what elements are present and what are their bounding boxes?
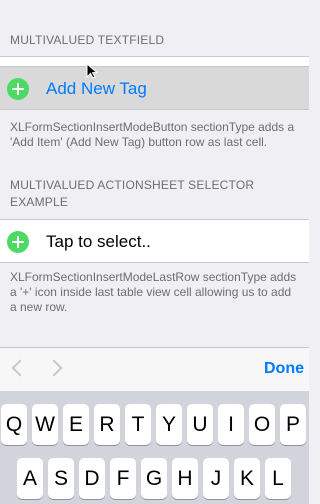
key-f[interactable]: F: [110, 458, 136, 499]
key-l[interactable]: L: [265, 458, 291, 499]
add-icon: [7, 78, 29, 100]
key-u[interactable]: U: [187, 404, 213, 445]
tap-to-select-label: Tap to select..: [46, 232, 151, 251]
key-s[interactable]: S: [48, 458, 74, 499]
key-i[interactable]: I: [218, 404, 244, 445]
key-w[interactable]: W: [32, 404, 58, 445]
keyboard: QWERTYUIOP ASDFGHJKL: [0, 391, 309, 504]
mouse-cursor-icon: [86, 63, 99, 79]
key-r[interactable]: R: [94, 404, 120, 445]
key-o[interactable]: O: [249, 404, 275, 445]
section-header-actionsheet-selector: MULTIVALUED ACTIONSHEET SELECTOR EXAMPLE: [10, 178, 255, 209]
key-p[interactable]: P: [280, 404, 306, 445]
key-j[interactable]: J: [203, 458, 229, 499]
add-new-tag-row[interactable]: Add New Tag: [0, 66, 309, 110]
section-header-multivalued-textfield: MULTIVALUED TEXTFIELD: [10, 33, 165, 47]
key-a[interactable]: A: [17, 458, 43, 499]
tap-to-select-row[interactable]: Tap to select..: [0, 219, 309, 263]
key-g[interactable]: G: [141, 458, 167, 499]
chevron-left-icon[interactable]: [11, 359, 29, 377]
done-button[interactable]: Done: [264, 360, 304, 378]
key-h[interactable]: H: [172, 458, 198, 499]
key-y[interactable]: Y: [156, 404, 182, 445]
add-icon: [7, 231, 29, 253]
chevron-right-icon[interactable]: [45, 359, 63, 377]
key-k[interactable]: K: [234, 458, 260, 499]
add-new-tag-label: Add New Tag: [46, 79, 147, 98]
keyboard-toolbar: Done: [0, 347, 309, 391]
key-d[interactable]: D: [79, 458, 105, 499]
section1-footer: XLFormSectionInsertModeButton sectionTyp…: [10, 120, 295, 149]
key-q[interactable]: Q: [1, 404, 27, 445]
section2-footer: XLFormSectionInsertModeLastRow sectionTy…: [10, 270, 297, 314]
key-t[interactable]: T: [125, 404, 151, 445]
key-e[interactable]: E: [63, 404, 89, 445]
